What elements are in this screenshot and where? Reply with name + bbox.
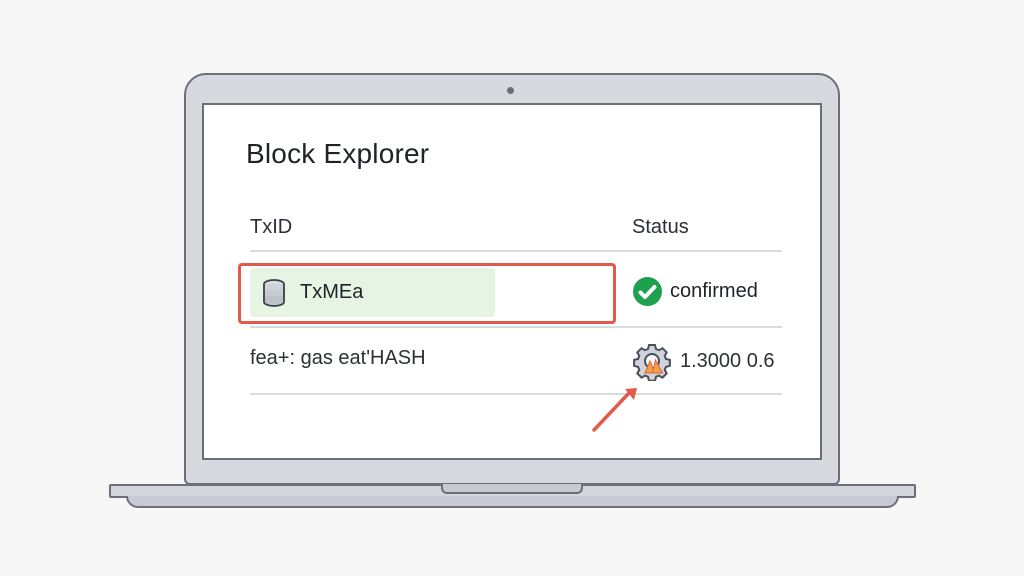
database-icon: [260, 278, 288, 308]
status-value: 1.3000 0.6: [680, 349, 775, 372]
annotation-arrow-icon: [592, 388, 637, 432]
txid-cell[interactable]: TxMEa: [250, 268, 495, 317]
transaction-row-2-txid[interactable]: fea+: gas eat'HASH: [250, 347, 426, 370]
laptop-hinge-notch: [441, 484, 583, 494]
column-header-txid[interactable]: TxID: [250, 216, 292, 239]
checkmark-circle-icon: [632, 276, 663, 307]
status-confirmed: confirmed: [632, 276, 758, 307]
gear-warning-icon[interactable]: [632, 341, 672, 381]
txid-value[interactable]: TxMEa: [300, 281, 363, 304]
laptop-scene: Block Explorer TxID Status TxMEa confirm…: [0, 0, 1024, 576]
table-bottom-divider: [250, 393, 782, 395]
camera-dot: [507, 87, 514, 94]
page-title: Block Explorer: [246, 138, 430, 169]
table-header-divider: [250, 250, 782, 252]
table-row-divider: [250, 326, 782, 328]
transaction-row-2-status: 1.3000 0.6: [632, 341, 775, 381]
column-header-status[interactable]: Status: [632, 216, 689, 239]
laptop-base-bottom: [126, 496, 899, 508]
status-confirmed-label: confirmed: [670, 280, 758, 302]
